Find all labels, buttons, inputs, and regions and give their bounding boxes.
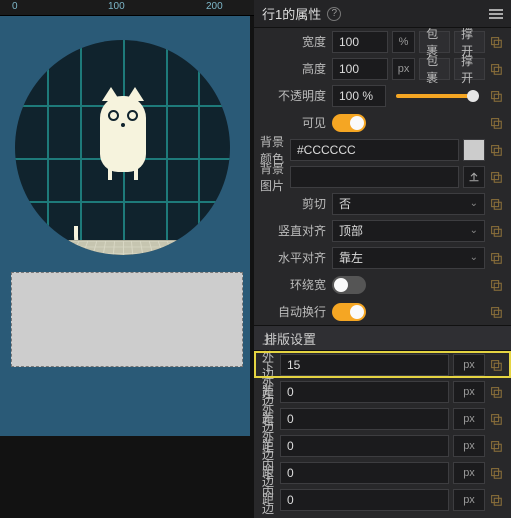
copy-icon[interactable] (485, 354, 507, 376)
copy-icon[interactable] (485, 274, 507, 296)
prop-row-margin-top: 上外边距 px (254, 351, 511, 378)
copy-icon[interactable] (485, 462, 507, 484)
margin-top-unit[interactable]: px (453, 354, 485, 376)
prop-row-padding-bottom: 下内边距 px (254, 486, 511, 513)
height-wrap-button[interactable]: 包裹 (419, 58, 450, 80)
section-typeset[interactable]: 排版设置 (254, 325, 511, 351)
copy-icon[interactable] (485, 408, 507, 430)
row-image-element[interactable] (15, 40, 230, 255)
copy-icon[interactable] (485, 193, 507, 215)
margin-right-unit[interactable]: px (453, 435, 485, 457)
bgcolor-swatch[interactable] (463, 139, 485, 161)
copy-icon[interactable] (485, 435, 507, 457)
chevron-down-icon: ⌄ (470, 198, 478, 209)
width-wrap-button[interactable]: 包裹 (419, 31, 450, 53)
margin-left-unit[interactable]: px (453, 408, 485, 430)
prop-row-wrapwidth: 环绕宽 (254, 271, 511, 298)
prop-row-bgcolor: 背景颜色 (254, 136, 511, 163)
padding-bottom-unit[interactable]: px (453, 489, 485, 511)
prop-row-padding-top: 上内边距 px (254, 459, 511, 486)
prop-row-opacity: 不透明度 (254, 82, 511, 109)
prop-row-margin-right: 右外边距 px (254, 432, 511, 459)
height-unit[interactable]: px (392, 58, 415, 80)
height-input[interactable] (332, 58, 388, 80)
copy-icon[interactable] (485, 489, 507, 511)
prop-row-bgimage: 背景图片 (254, 163, 511, 190)
copy-icon[interactable] (485, 85, 507, 107)
prop-row-valign: 竖直对齐 顶部⌄ (254, 217, 511, 244)
menu-icon[interactable] (489, 9, 503, 19)
autowrap-toggle[interactable] (332, 303, 366, 321)
cat-illustration (100, 96, 146, 172)
chevron-down-icon: ⌄ (470, 252, 478, 263)
copy-icon[interactable] (485, 301, 507, 323)
selected-row-placeholder[interactable] (11, 272, 243, 367)
prop-row-halign: 水平对齐 靠左⌄ (254, 244, 511, 271)
prop-row-autowrap: 自动换行 (254, 298, 511, 325)
bgimage-input[interactable] (290, 166, 459, 188)
canvas-stage[interactable] (0, 16, 250, 436)
padding-top-input[interactable] (280, 462, 449, 484)
clip-select[interactable]: 否⌄ (332, 193, 485, 215)
prop-row-clip: 剪切 否⌄ (254, 190, 511, 217)
prop-row-margin-left: 左外边距 px (254, 405, 511, 432)
canvas-area[interactable]: 0 100 200 (0, 0, 254, 518)
copy-icon[interactable] (485, 166, 507, 188)
prop-row-height: 高度 px 包裹 撑开 (254, 55, 511, 82)
valign-select[interactable]: 顶部⌄ (332, 220, 485, 242)
copy-icon[interactable] (485, 58, 507, 80)
prop-row-visible: 可见 (254, 109, 511, 136)
prop-row-margin-bottom: 下外边距 px (254, 378, 511, 405)
chevron-down-icon: ⌄ (470, 225, 478, 236)
padding-bottom-input[interactable] (280, 489, 449, 511)
width-input[interactable] (332, 31, 388, 53)
wrapwidth-toggle[interactable] (332, 276, 366, 294)
margin-right-input[interactable] (280, 435, 449, 457)
copy-icon[interactable] (485, 381, 507, 403)
copy-icon[interactable] (485, 220, 507, 242)
copy-icon[interactable] (485, 139, 507, 161)
height-expand-button[interactable]: 撑开 (454, 58, 485, 80)
visible-toggle[interactable] (332, 114, 366, 132)
bgcolor-input[interactable] (290, 139, 459, 161)
width-expand-button[interactable]: 撑开 (454, 31, 485, 53)
copy-icon[interactable] (485, 31, 507, 53)
margin-bottom-unit[interactable]: px (453, 381, 485, 403)
copy-icon[interactable] (485, 247, 507, 269)
help-icon[interactable]: ? (327, 7, 341, 21)
margin-left-input[interactable] (280, 408, 449, 430)
upload-icon[interactable] (463, 166, 485, 188)
halign-select[interactable]: 靠左⌄ (332, 247, 485, 269)
margin-top-input[interactable] (280, 354, 449, 376)
copy-icon[interactable] (485, 112, 507, 134)
opacity-input[interactable] (332, 85, 386, 107)
panel-title: 行1的属性 (262, 4, 321, 23)
property-panel: 行1的属性 ? 宽度 % 包裹 撑开 高度 (254, 0, 511, 518)
padding-top-unit[interactable]: px (453, 462, 485, 484)
ruler-horizontal: 0 100 200 (0, 0, 254, 16)
width-unit[interactable]: % (392, 31, 415, 53)
margin-bottom-input[interactable] (280, 381, 449, 403)
panel-header: 行1的属性 ? (254, 0, 511, 28)
opacity-slider[interactable] (396, 94, 479, 98)
